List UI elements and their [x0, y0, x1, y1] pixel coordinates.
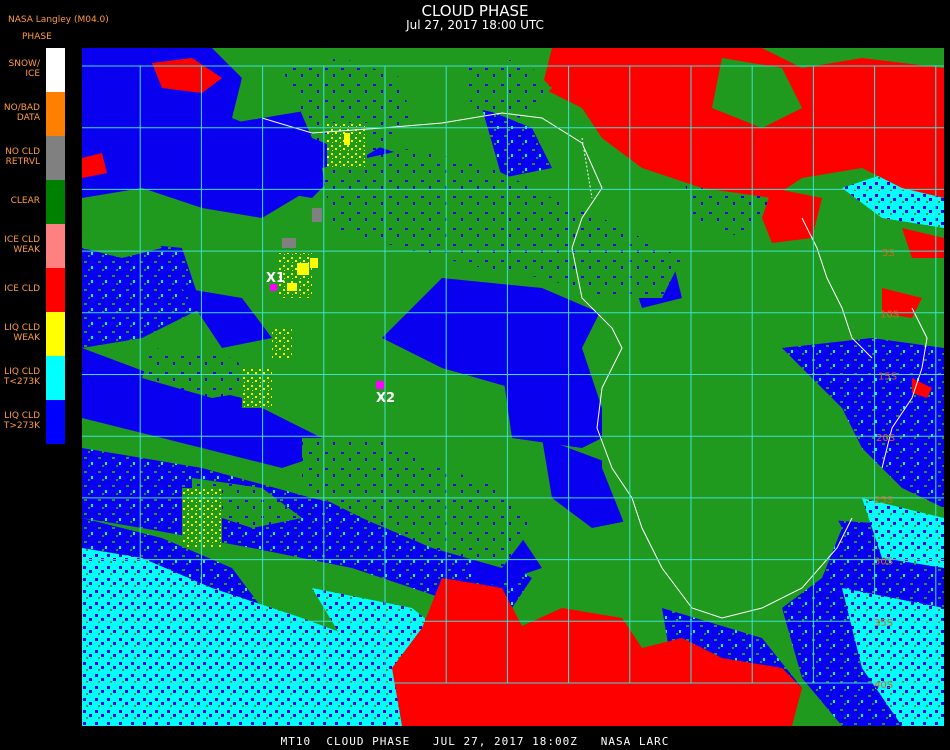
latitude-label: 35S — [874, 618, 893, 629]
marker-x2-dot[interactable] — [376, 381, 384, 389]
legend-label: LIQ CLD T>273K — [3, 411, 40, 431]
legend-swatch — [46, 312, 65, 356]
legend-label: NO CLD RETRVL — [5, 147, 40, 167]
legend-swatch — [46, 48, 65, 92]
legend-label: ICE CLD WEAK — [4, 235, 40, 255]
legend-item: LIQ CLD T<273K — [0, 356, 66, 400]
legend-item: NO/BAD DATA — [0, 92, 66, 136]
legend-item: ICE CLD — [0, 268, 66, 312]
legend-label: ICE CLD — [4, 284, 40, 294]
producer-label: NASA Langley (M04.0) — [8, 15, 109, 25]
legend-label: LIQ CLD T<273K — [3, 367, 40, 387]
legend-item: LIQ CLD T>273K — [0, 400, 66, 444]
legend-swatch — [46, 224, 65, 268]
legend-item: ICE CLD WEAK — [0, 224, 66, 268]
latitude-label: 15S — [878, 371, 897, 382]
latitude-label: 30S — [874, 557, 893, 568]
legend-swatch — [46, 356, 65, 400]
legend-item: SNOW/ ICE — [0, 48, 66, 92]
map-canvas[interactable]: 5S 10S 15S 20S 25S 30S 35S 40S X1 X2 — [82, 48, 944, 726]
legend-swatch — [46, 400, 65, 444]
marker-x2-label: X2 — [376, 391, 395, 406]
legend-label: SNOW/ ICE — [8, 59, 40, 79]
cloud-phase-map[interactable]: 5S 10S 15S 20S 25S 30S 35S 40S X1 X2 — [82, 48, 944, 726]
legend-item: CLEAR — [0, 180, 66, 224]
latitude-label: 5S — [882, 248, 895, 259]
footer-caption: MT10 CLOUD PHASE JUL 27, 2017 18:00Z NAS… — [280, 735, 670, 748]
legend-label: CLEAR — [10, 196, 40, 206]
latitude-label: 25S — [874, 495, 893, 506]
image-datetime: Jul 27, 2017 18:00 UTC — [406, 18, 544, 32]
legend-label: LIQ CLD WEAK — [4, 323, 40, 343]
latitude-label: 40S — [874, 680, 893, 691]
legend-item: LIQ CLD WEAK — [0, 312, 66, 356]
legend-title: PHASE — [22, 32, 52, 42]
legend-swatch — [46, 180, 65, 224]
legend-swatch — [46, 92, 65, 136]
latitude-label: 20S — [876, 433, 895, 444]
legend-item: NO CLD RETRVL — [0, 136, 66, 180]
marker-x1-label: X1 — [266, 271, 285, 286]
legend-swatch — [46, 136, 65, 180]
latitude-label: 10S — [880, 310, 899, 321]
legend-swatch — [46, 268, 65, 312]
legend-label: NO/BAD DATA — [3, 103, 40, 123]
satellite-image-viewer: CLOUD PHASE Jul 27, 2017 18:00 UTC NASA … — [0, 0, 950, 750]
